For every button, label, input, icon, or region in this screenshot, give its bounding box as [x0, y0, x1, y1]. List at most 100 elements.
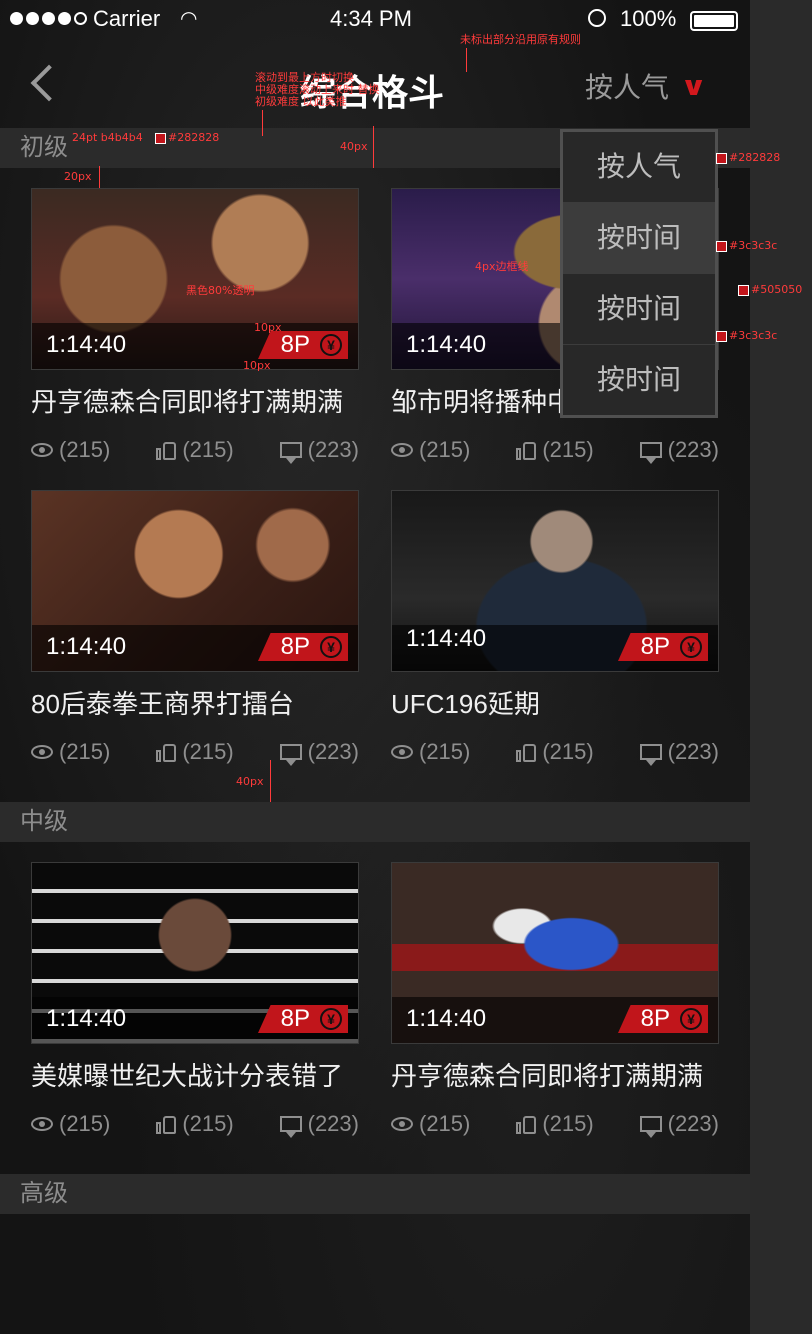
eye-icon: [391, 1117, 413, 1131]
annotation-line: [262, 110, 263, 136]
comment-icon: [639, 442, 662, 464]
video-duration: 1:14:40: [406, 331, 487, 358]
annotation-color: #282828: [168, 131, 220, 144]
annotation-color: #505050: [751, 283, 803, 296]
video-card[interactable]: 1:14:40 8P ¥ 丹亨德森合同即将打满期满 (215) (215) (2…: [31, 188, 359, 464]
video-title[interactable]: 丹亨德森合同即将打满期满: [391, 1056, 719, 1093]
like-count-value: (215): [542, 1111, 594, 1136]
color-swatch: [716, 330, 727, 342]
annotation-swatch: #282828: [716, 152, 780, 164]
view-count: (215): [31, 437, 110, 463]
page-count: 8P: [280, 1005, 310, 1032]
annotation-spacing: 10px: [254, 321, 282, 334]
like-count[interactable]: (215): [156, 437, 234, 463]
page-count: 8P: [280, 633, 310, 660]
signal-icon: [10, 12, 87, 25]
video-thumbnail[interactable]: 1:14:40 8P ¥: [391, 862, 719, 1044]
video-duration: 1:14:40: [406, 1005, 487, 1032]
thumbs-up-icon: [156, 742, 177, 762]
annotation-note: 4px边框线: [475, 260, 529, 273]
annotation-swatch: #3c3c3c: [716, 240, 777, 252]
video-title[interactable]: 80后泰拳王商界打擂台: [31, 684, 359, 721]
comment-count-value: (223): [307, 437, 359, 462]
eye-icon: [31, 745, 53, 759]
eye-icon: [31, 443, 53, 457]
like-count[interactable]: (215): [156, 1111, 234, 1137]
color-swatch: [716, 152, 727, 164]
video-stats: (215) (215) (223): [391, 1111, 719, 1138]
like-count[interactable]: (215): [516, 437, 594, 463]
price-badge: 8P ¥: [618, 1005, 708, 1033]
color-swatch: [738, 284, 749, 296]
view-count-value: (215): [59, 739, 111, 764]
comment-count-value: (223): [307, 739, 359, 764]
video-duration: 1:14:40: [46, 331, 127, 358]
comment-icon: [279, 1116, 302, 1138]
yen-coin-icon: ¥: [320, 1008, 342, 1030]
annotation-swatch: #282828: [155, 132, 219, 144]
price-badge: 8P ¥: [618, 633, 708, 661]
like-count[interactable]: (215): [156, 739, 234, 765]
phone-screen: Carrier ◠ 4:34 PM 100% 综合格斗 按人气 ∨ 初级 1:1…: [0, 0, 750, 1334]
like-count-value: (215): [542, 739, 594, 764]
thumbs-up-icon: [516, 742, 537, 762]
annotation-line: [373, 126, 374, 168]
sort-option-popularity[interactable]: 按人气: [563, 132, 715, 203]
video-title[interactable]: 丹亨德森合同即将打满期满: [31, 382, 359, 419]
video-card[interactable]: 1:14:40 8P ¥ UFC196延期 (215) (215) (223): [391, 490, 719, 766]
video-thumbnail[interactable]: 1:14:40 8P ¥: [31, 862, 359, 1044]
video-thumbnail[interactable]: 1:14:40 8P ¥: [391, 490, 719, 672]
yen-coin-icon: ¥: [680, 1008, 702, 1030]
section-header-advanced[interactable]: 高级: [0, 1174, 750, 1214]
video-card[interactable]: 1:14:40 8P ¥ 80后泰拳王商界打擂台 (215) (215) (22…: [31, 490, 359, 766]
comment-count[interactable]: (223): [279, 739, 359, 766]
video-card[interactable]: 1:14:40 8P ¥ 丹亨德森合同即将打满期满 (215) (215) (2…: [391, 862, 719, 1138]
page-count: 8P: [640, 1005, 670, 1032]
carrier-label: Carrier: [93, 6, 161, 31]
comment-icon: [639, 1116, 662, 1138]
comment-count[interactable]: (223): [639, 437, 719, 464]
sort-dropdown: 按人气 按时间 按时间 按时间: [560, 129, 718, 418]
video-duration: 1:14:40: [406, 625, 487, 652]
thumbs-up-icon: [156, 1114, 177, 1134]
comment-count[interactable]: (223): [639, 1111, 719, 1138]
eye-icon: [391, 745, 413, 759]
comment-count[interactable]: (223): [639, 739, 719, 766]
thumbs-up-icon: [516, 1114, 537, 1134]
annotation-line: [270, 760, 271, 802]
like-count[interactable]: (215): [516, 1111, 594, 1137]
like-count[interactable]: (215): [516, 739, 594, 765]
annotation-spacing: 10px: [243, 359, 271, 372]
video-stats: (215) (215) (223): [391, 437, 719, 464]
annotation-swatch: #3c3c3c: [716, 330, 777, 342]
thumbs-up-icon: [516, 440, 537, 460]
section-header-intermediate[interactable]: 中级: [0, 802, 750, 842]
video-stats: (215) (215) (223): [31, 437, 359, 464]
video-thumbnail[interactable]: 1:14:40 8P ¥: [31, 490, 359, 672]
view-count: (215): [31, 1111, 110, 1137]
annotation-color: #282828: [729, 151, 781, 164]
wifi-icon: ◠: [180, 8, 198, 30]
view-count: (215): [391, 739, 470, 765]
view-count-value: (215): [59, 437, 111, 462]
annotation-line: [99, 166, 100, 188]
color-swatch: [155, 132, 166, 144]
comment-count[interactable]: (223): [279, 437, 359, 464]
sort-option-time[interactable]: 按时间: [563, 203, 715, 274]
yen-coin-icon: ¥: [680, 636, 702, 658]
sort-option-time[interactable]: 按时间: [563, 274, 715, 345]
comment-count[interactable]: (223): [279, 1111, 359, 1138]
sort-button[interactable]: 按人气 ∨: [585, 66, 707, 106]
battery-icon: [690, 11, 738, 31]
color-swatch: [716, 240, 727, 252]
back-icon[interactable]: [28, 62, 58, 106]
video-title[interactable]: 美媒曝世纪大战计分表错了: [31, 1056, 359, 1093]
price-badge: 8P ¥: [258, 1005, 348, 1033]
view-count: (215): [391, 437, 470, 463]
eye-icon: [391, 443, 413, 457]
price-badge: 8P ¥: [258, 331, 348, 359]
sort-option-time[interactable]: 按时间: [563, 345, 715, 415]
video-card[interactable]: 1:14:40 8P ¥ 美媒曝世纪大战计分表错了 (215) (215) (2…: [31, 862, 359, 1138]
video-title[interactable]: UFC196延期: [391, 684, 719, 721]
video-thumbnail[interactable]: 1:14:40 8P ¥: [31, 188, 359, 370]
